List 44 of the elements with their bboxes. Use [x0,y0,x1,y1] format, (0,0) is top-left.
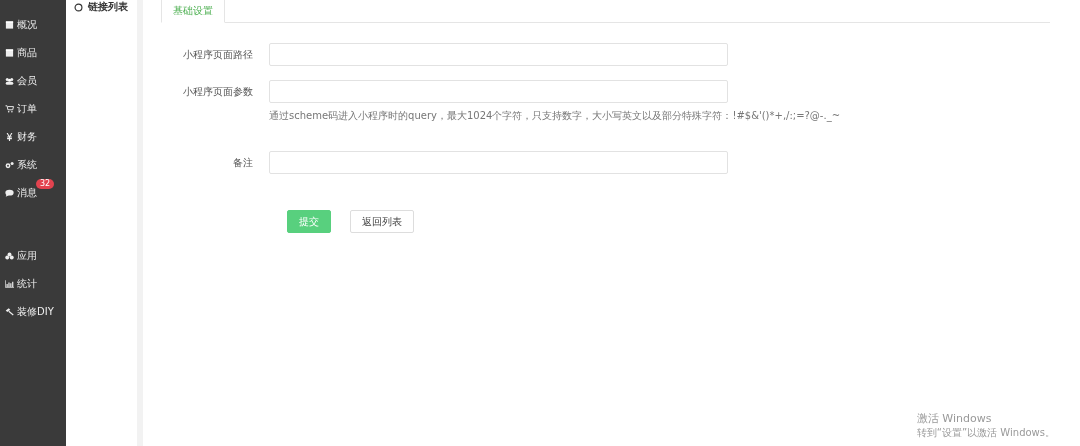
cart-icon [5,105,14,113]
field-label: 小程序页面路径 [182,48,253,62]
square-icon [5,49,14,57]
hammer-icon [5,308,14,316]
yen-icon [5,133,14,141]
sidebar-label: 消息 [17,186,37,200]
help-text: 通过scheme码进入小程序时的query，最大1024个字符，只支持数字，大小写英文以及部分特殊字符：!#$&'()*+,/:;=?@-._~ [269,109,841,123]
sidebar-item[interactable]: 消息 32 [0,179,66,207]
sidebar-label: 订单 [17,102,37,116]
sidebar-item[interactable]: 商品 [0,39,66,67]
circle-icon [74,2,83,12]
sidebar-label: 系统 [17,158,37,172]
users-icon [5,77,14,85]
sidebar-label: 统计 [17,277,37,291]
sidebar-item[interactable]: 系统 [0,151,66,179]
activation-note: 转到“设置”以激活 Windows。 [916,426,1055,440]
field-label: 备注 [232,156,253,170]
sidebar-label: 商品 [17,46,37,60]
sidebar-item[interactable]: 装修DIY [0,298,66,326]
sidebar-item[interactable]: 订单 [0,95,66,123]
chat-icon [5,189,14,197]
field-label: 小程序页面参数 [182,85,253,99]
subnav-label: 链接列表 [88,0,128,14]
sidebar-item[interactable]: 会员 [0,67,66,95]
sidebar-label: 概况 [17,18,37,32]
sidebar-label: 财务 [17,130,37,144]
sidebar-item[interactable]: 概况 [0,11,66,39]
cubes-icon [5,252,14,260]
sidebar-item[interactable]: 统计 [0,270,66,298]
gears-icon [5,161,14,169]
input-field[interactable] [269,80,728,103]
sidebar-label: 装修DIY [17,305,54,319]
input-field[interactable] [269,151,728,174]
subnav-item[interactable]: 链接列表 [66,0,137,14]
activation-title: 激活 Windows [916,411,993,426]
count-badge: 32 [36,179,55,189]
input-field[interactable] [269,43,728,66]
sidebar-item[interactable]: 应用 [0,242,66,270]
sidebar-label: 会员 [17,74,37,88]
square-icon [5,21,14,29]
chart-icon [5,280,14,288]
sidebar-item[interactable]: 财务 [0,123,66,151]
sidebar-label: 应用 [17,249,37,263]
back-button[interactable]: 返回列表 [350,210,414,233]
